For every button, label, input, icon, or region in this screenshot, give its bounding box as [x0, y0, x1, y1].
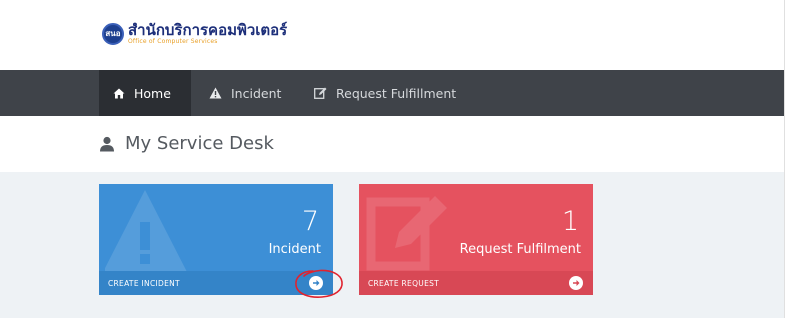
create-request-label: CREATE REQUEST: [368, 278, 440, 288]
page-title-text: My Service Desk: [125, 133, 274, 154]
create-incident-link[interactable]: CREATE INCIDENT: [99, 271, 333, 295]
create-incident-label: CREATE INCIDENT: [108, 278, 180, 288]
nav-label-home: Home: [134, 85, 171, 101]
dashboard-content: 7 Incident CREATE INCIDENT 1 Request Ful…: [0, 172, 785, 318]
edit-icon: [314, 87, 327, 99]
nav-item-home[interactable]: Home: [99, 70, 191, 116]
page-title-bar: My Service Desk: [0, 116, 785, 172]
site-logo[interactable]: สนอ สำนักบริการคอมพิวเตอร์ Office of Com…: [102, 22, 287, 45]
nav-label-incident: Incident: [231, 85, 282, 101]
incident-label: Incident: [268, 242, 321, 257]
logo-subtitle: Office of Computer Services: [128, 38, 218, 45]
page-title: My Service Desk: [99, 133, 274, 154]
warning-icon: [209, 87, 222, 99]
logo-title: สำนักบริการคอมพิวเตอร์: [128, 21, 288, 39]
nav-label-request-fulfillment: Request Fulfillment: [336, 85, 457, 101]
incident-tile[interactable]: 7 Incident CREATE INCIDENT: [99, 184, 333, 295]
user-icon: [99, 136, 115, 152]
page: สนอ สำนักบริการคอมพิวเตอร์ Office of Com…: [0, 0, 785, 318]
arrow-right-circle-icon[interactable]: [309, 276, 323, 290]
logo-badge: สนอ: [102, 22, 124, 45]
create-request-link[interactable]: CREATE REQUEST: [359, 271, 593, 295]
nav-item-incident[interactable]: Incident: [195, 70, 295, 116]
request-count: 1: [561, 206, 579, 237]
main-navbar: Home Incident Request Fulfillment: [0, 70, 785, 116]
home-icon: [113, 88, 125, 99]
arrow-right-circle-icon[interactable]: [569, 276, 583, 290]
site-header: สนอ สำนักบริการคอมพิวเตอร์ Office of Com…: [0, 0, 785, 70]
logo-text: สำนักบริการคอมพิวเตอร์ Office of Compute…: [128, 22, 287, 45]
request-label: Request Fulfilment: [459, 242, 581, 257]
request-tile[interactable]: 1 Request Fulfilment CREATE REQUEST: [359, 184, 593, 295]
nav-item-request-fulfillment[interactable]: Request Fulfillment: [300, 70, 470, 116]
incident-count: 7: [301, 206, 319, 237]
